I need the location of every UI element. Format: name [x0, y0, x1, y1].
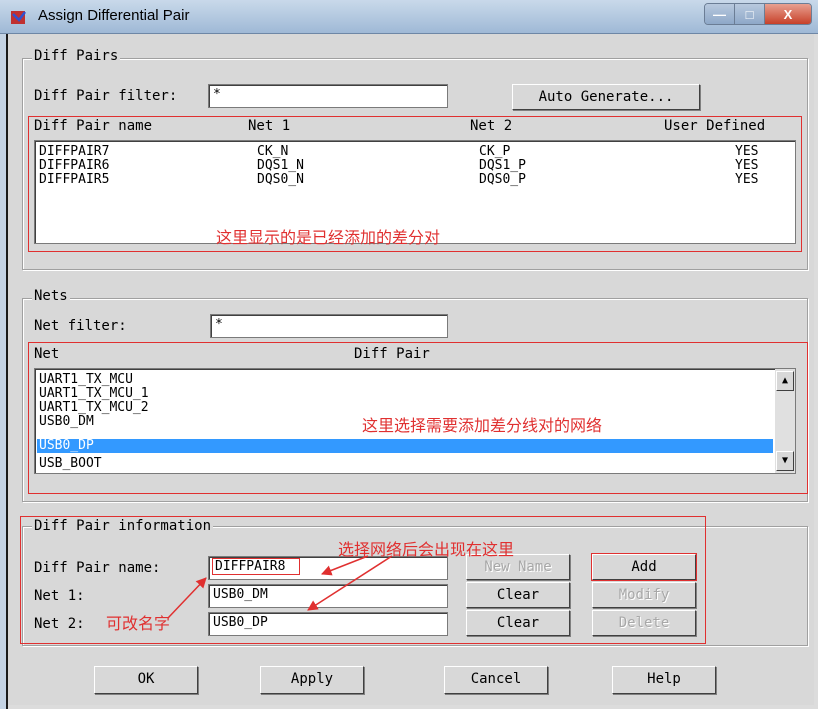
net2-input[interactable]: USB0_DP — [208, 612, 448, 636]
diff-pair-row[interactable]: DIFFPAIR5 DQS0_N DQS0_P YES — [39, 173, 779, 187]
net-list-item[interactable]: UART1_TX_MCU — [39, 373, 133, 387]
scroll-up-button[interactable]: ▲ — [776, 371, 794, 391]
diff-pair-list-note: 这里显示的是已经添加的差分对 — [216, 228, 441, 247]
diff-pair-row[interactable]: DIFFPAIR6 DQS1_N DQS1_P YES — [39, 159, 779, 173]
diff-pair-name-value: DIFFPAIR8 — [211, 558, 301, 575]
diff-pair-info-legend: Diff Pair information — [32, 518, 214, 534]
column-header-net: Net — [34, 346, 60, 362]
diff-pair-row-name: DIFFPAIR6 — [39, 158, 110, 173]
net-list-note: 这里选择需要添加差分线对的网络 — [362, 416, 603, 435]
cancel-button[interactable]: Cancel — [444, 666, 548, 694]
ok-button[interactable]: OK — [94, 666, 198, 694]
net-filter-input[interactable]: * — [210, 314, 448, 338]
diff-pair-row-net1: DQS1_N — [257, 158, 304, 173]
diff-pair-row-net2: DQS0_P — [479, 172, 526, 187]
diff-pair-row-net1: DQS0_N — [257, 172, 304, 187]
diff-pair-row-user-defined: YES — [735, 158, 759, 173]
diff-pair-row[interactable]: DIFFPAIR7 CK_N CK_P YES — [39, 145, 779, 159]
net1-label: Net 1: — [34, 588, 85, 604]
net-list-item-selected[interactable]: USB0_DP — [37, 439, 773, 453]
diff-pair-row-name: DIFFPAIR7 — [39, 144, 110, 159]
scroll-down-button[interactable]: ▼ — [776, 451, 794, 471]
column-header-user-defined: User Defined — [664, 118, 766, 134]
close-button[interactable]: X — [765, 4, 811, 24]
window-controls: — □ X — [704, 3, 812, 25]
auto-generate-button[interactable]: Auto Generate... — [512, 84, 700, 110]
diff-pair-filter-label: Diff Pair filter: — [34, 88, 178, 104]
diff-pair-row-user-defined: YES — [735, 172, 759, 187]
diff-pair-row-net2: DQS1_P — [479, 158, 526, 173]
clear-net1-button[interactable]: Clear — [466, 582, 570, 608]
maximize-button[interactable]: □ — [735, 4, 765, 24]
add-button[interactable]: Add — [591, 553, 697, 581]
window-title: Assign Differential Pair — [38, 7, 190, 24]
diff-pair-filter-input[interactable]: * — [208, 84, 448, 108]
diff-pair-row-net2: CK_P — [479, 144, 511, 159]
modify-button[interactable]: Modify — [592, 582, 696, 608]
app-icon — [11, 11, 26, 24]
apply-button[interactable]: Apply — [260, 666, 364, 694]
net-list-item[interactable]: USB0_DM — [39, 415, 94, 429]
clear-net2-button[interactable]: Clear — [466, 610, 570, 636]
title-bar: Assign Differential Pair — □ X — [0, 0, 818, 34]
diff-pair-name-label: Diff Pair name: — [34, 560, 161, 576]
net1-input[interactable]: USB0_DM — [208, 584, 448, 608]
column-header-net2: Net 2 — [470, 118, 513, 134]
diff-pair-row-name: DIFFPAIR5 — [39, 172, 110, 187]
column-header-diff-pair-name: Diff Pair name — [34, 118, 153, 134]
nets-legend: Nets — [32, 288, 70, 304]
window-edge — [0, 34, 8, 709]
column-header-net1: Net 1 — [248, 118, 291, 134]
diff-pairs-legend: Diff Pairs — [32, 48, 121, 64]
net-list-item[interactable]: UART1_TX_MCU_2 — [39, 401, 149, 415]
net-list-item[interactable]: USB_BOOT — [39, 457, 102, 471]
column-header-diff-pair: Diff Pair — [354, 346, 430, 362]
delete-button[interactable]: Delete — [592, 610, 696, 636]
help-button[interactable]: Help — [612, 666, 716, 694]
rename-note: 可改名字 — [106, 614, 171, 633]
net-filter-label: Net filter: — [34, 318, 127, 334]
minimize-button[interactable]: — — [705, 4, 735, 24]
diff-pair-row-user-defined: YES — [735, 144, 759, 159]
diff-pair-row-net1: CK_N — [257, 144, 289, 159]
net2-label: Net 2: — [34, 616, 85, 632]
net-list-item[interactable]: UART1_TX_MCU_1 — [39, 387, 149, 401]
appear-here-note: 选择网络后会出现在这里 — [338, 540, 515, 559]
